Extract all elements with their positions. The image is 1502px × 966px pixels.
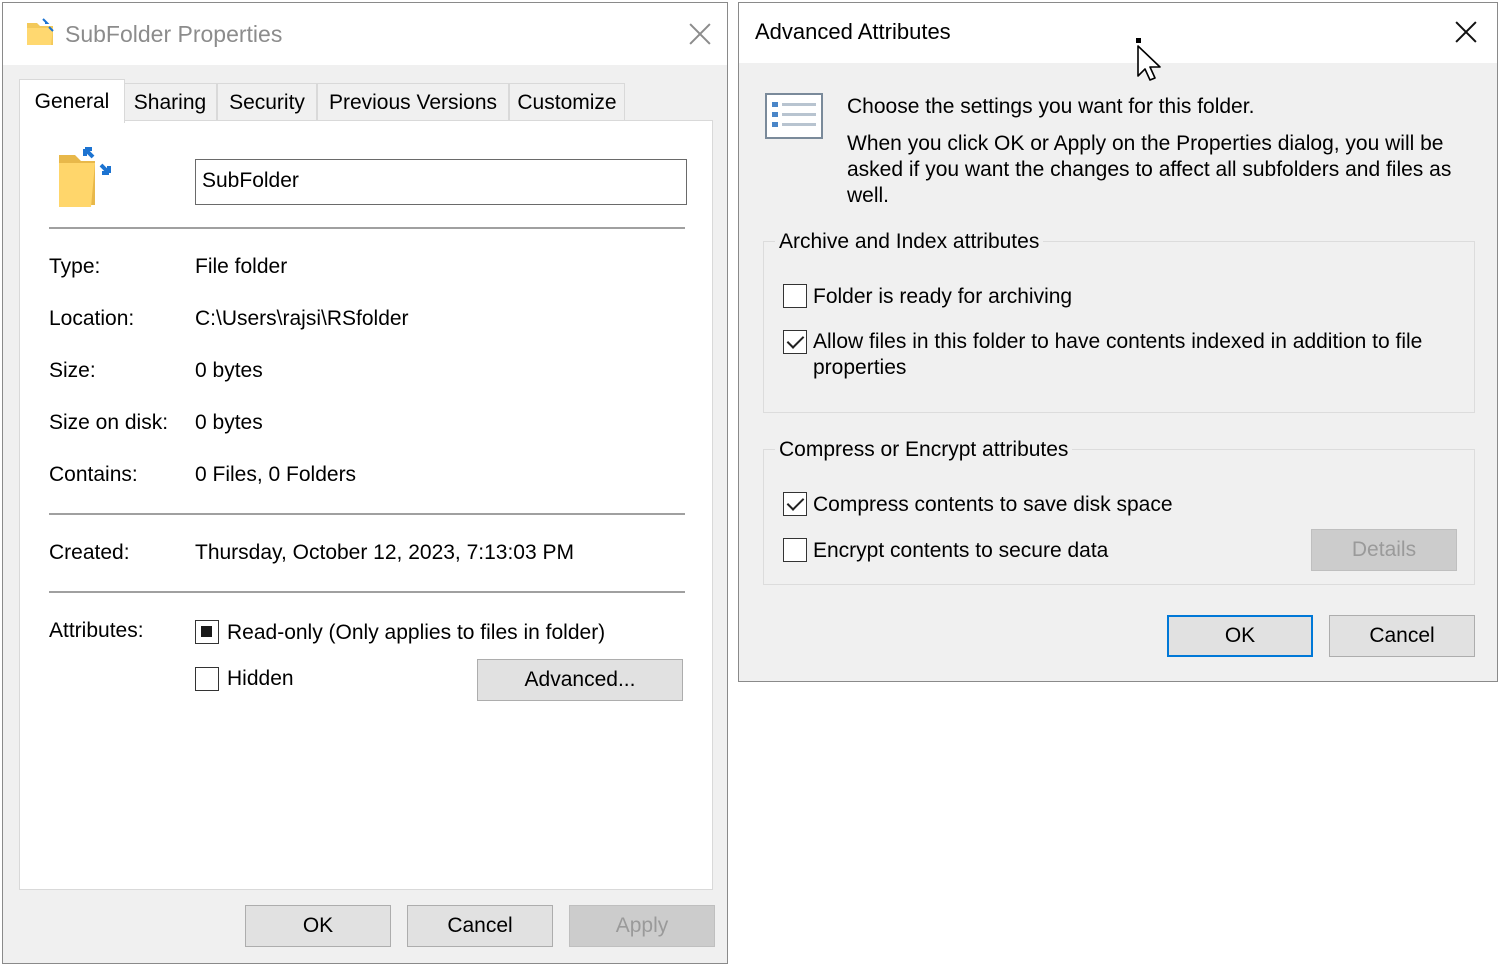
index-label: Allow files in this folder to have conte… bbox=[813, 330, 1423, 379]
archive-label: Folder is ready for archiving bbox=[813, 285, 1073, 308]
folder-icon bbox=[59, 147, 111, 207]
close-icon[interactable] bbox=[1451, 17, 1481, 47]
tab-sharing[interactable]: Sharing bbox=[123, 83, 217, 121]
location-value: C:\Users\rajsi\RSfolder bbox=[195, 307, 409, 330]
window-title: Advanced Attributes bbox=[755, 19, 951, 44]
tab-general[interactable]: General bbox=[19, 79, 125, 123]
intro-text: When you click OK or Apply on the Proper… bbox=[847, 132, 1452, 207]
divider bbox=[49, 591, 685, 593]
apply-button[interactable]: Apply bbox=[569, 905, 715, 947]
divider bbox=[49, 227, 685, 229]
ok-button[interactable]: OK bbox=[245, 905, 391, 947]
advanced-button[interactable]: Advanced... bbox=[477, 659, 683, 701]
settings-list-icon bbox=[765, 93, 823, 139]
general-tab-panel bbox=[19, 120, 713, 890]
contains-value: 0 Files, 0 Folders bbox=[195, 463, 357, 486]
cancel-button[interactable]: Cancel bbox=[1329, 615, 1475, 657]
compress-checkbox[interactable] bbox=[783, 492, 807, 516]
created-value: Thursday, October 12, 2023, 7:13:03 PM bbox=[195, 541, 574, 564]
close-icon[interactable] bbox=[685, 19, 715, 49]
compress-label: Compress contents to save disk space bbox=[813, 493, 1173, 516]
divider bbox=[49, 513, 685, 515]
tab-customize[interactable]: Customize bbox=[509, 83, 625, 121]
window-title: SubFolder Properties bbox=[65, 21, 283, 47]
size-on-disk-label: Size on disk: bbox=[49, 411, 169, 434]
type-value: File folder bbox=[195, 255, 288, 278]
cancel-button[interactable]: Cancel bbox=[407, 905, 553, 947]
created-label: Created: bbox=[49, 541, 130, 564]
tab-previous-versions[interactable]: Previous Versions bbox=[317, 83, 509, 121]
intro-heading: Choose the settings you want for this fo… bbox=[847, 95, 1255, 118]
archive-group-title: Archive and Index attributes bbox=[775, 230, 1044, 254]
folder-name-input[interactable]: SubFolder bbox=[195, 159, 687, 205]
encrypt-label: Encrypt contents to secure data bbox=[813, 539, 1109, 562]
mouse-cursor-icon bbox=[1136, 38, 1161, 81]
contains-label: Contains: bbox=[49, 463, 138, 486]
size-label: Size: bbox=[49, 359, 96, 382]
properties-dialog: SubFolder Properties General Sharing Sec… bbox=[2, 2, 728, 964]
folder-title-icon bbox=[27, 18, 54, 45]
encrypt-checkbox[interactable] bbox=[783, 538, 807, 562]
ok-button[interactable]: OK bbox=[1167, 615, 1313, 657]
location-label: Location: bbox=[49, 307, 135, 330]
hidden-checkbox[interactable] bbox=[195, 667, 219, 691]
tab-security[interactable]: Security bbox=[217, 83, 317, 121]
hidden-label: Hidden bbox=[227, 667, 294, 690]
index-checkbox[interactable] bbox=[783, 330, 807, 354]
archive-group bbox=[763, 241, 1475, 413]
attributes-label: Attributes: bbox=[49, 619, 144, 642]
archive-checkbox[interactable] bbox=[783, 284, 807, 308]
compress-group-title: Compress or Encrypt attributes bbox=[775, 438, 1073, 462]
readonly-checkbox[interactable] bbox=[195, 620, 219, 644]
size-on-disk-value: 0 bytes bbox=[195, 411, 263, 434]
type-label: Type: bbox=[49, 255, 101, 278]
advanced-attributes-dialog: Advanced Attributes Choose the settings … bbox=[738, 2, 1498, 682]
size-value: 0 bytes bbox=[195, 359, 263, 382]
readonly-label: Read-only (Only applies to files in fold… bbox=[227, 621, 606, 644]
details-button[interactable]: Details bbox=[1311, 529, 1457, 571]
